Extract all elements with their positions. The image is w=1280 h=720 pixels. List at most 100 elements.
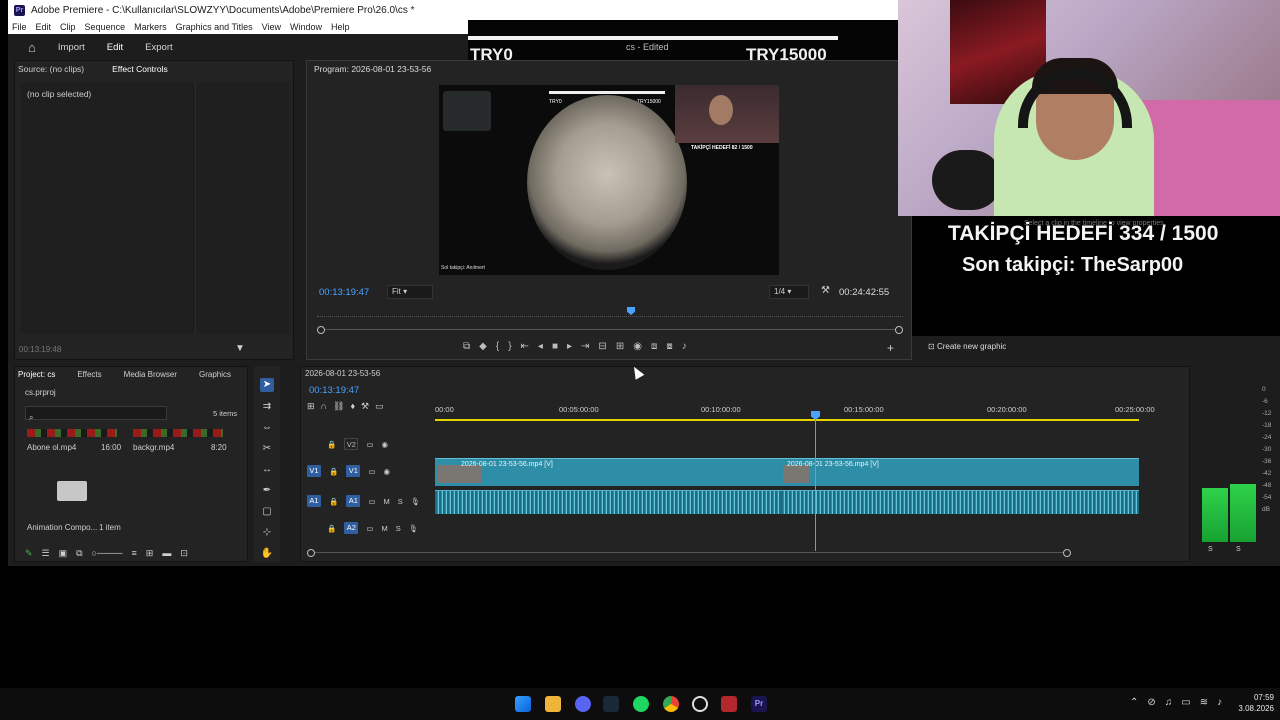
in-point-icon[interactable]: {: [496, 341, 499, 352]
marker-icon[interactable]: ♦: [350, 401, 355, 412]
sync-icon[interactable]: ▭: [368, 467, 375, 476]
icon-view-icon[interactable]: ▣: [59, 548, 68, 559]
clip-name[interactable]: backgr.mp4: [133, 443, 174, 452]
network-off-icon[interactable]: ⊘: [1147, 697, 1155, 708]
resolution-select[interactable]: 1/4 ▾: [769, 285, 809, 299]
razor-tool-icon[interactable]: ✂: [260, 442, 274, 456]
menu-file[interactable]: File: [12, 22, 27, 32]
linked-selection-icon[interactable]: ⛓: [333, 401, 344, 412]
extract-icon[interactable]: ⊞: [616, 341, 624, 352]
sequence-tab[interactable]: 2026-08-01 23-53-56: [305, 369, 380, 378]
display-icon[interactable]: ▭: [1181, 697, 1190, 708]
find-icon[interactable]: ⊞: [146, 548, 154, 559]
export-frame-icon[interactable]: ◉: [633, 341, 642, 352]
spotify-icon[interactable]: [633, 696, 649, 712]
track-label-v1[interactable]: V1: [346, 465, 361, 477]
go-to-out-icon[interactable]: ⇥: [581, 341, 589, 352]
zoom-handle-end[interactable]: [895, 326, 903, 334]
solo-right-button[interactable]: S: [1236, 546, 1241, 553]
app-icon[interactable]: [692, 696, 708, 712]
eye-icon[interactable]: ◉: [383, 467, 390, 476]
mic-icon[interactable]: 🎙: [409, 524, 419, 533]
filter-icon[interactable]: ▼: [235, 343, 245, 354]
captions-icon[interactable]: ▭: [375, 401, 384, 412]
timeline-timecode[interactable]: 00:13:19:47: [309, 385, 359, 396]
source-patch-v1[interactable]: V1: [307, 465, 321, 477]
eye-icon[interactable]: ◉: [381, 440, 388, 449]
chrome-icon[interactable]: [663, 696, 679, 712]
tab-graphics[interactable]: Graphics: [199, 370, 231, 379]
track-label-v2[interactable]: V2: [344, 438, 359, 450]
mic-tray-icon[interactable]: ♫: [1165, 697, 1173, 708]
menu-clip[interactable]: Clip: [60, 22, 76, 32]
tab-export[interactable]: Export: [145, 42, 172, 53]
taskbar-clock[interactable]: 07:59 3.08.2026: [1234, 692, 1274, 714]
out-point-icon[interactable]: }: [508, 341, 511, 352]
menu-edit[interactable]: Edit: [36, 22, 52, 32]
sync-icon[interactable]: ▭: [366, 524, 373, 533]
play-icon[interactable]: ▸: [567, 341, 572, 352]
zoom-fit-select[interactable]: Fit ▾: [387, 285, 433, 299]
timeline-settings-icon[interactable]: ⚒: [361, 401, 369, 412]
new-item-icon[interactable]: ⊡: [180, 548, 188, 559]
audio-clip[interactable]: [435, 490, 781, 514]
menu-view[interactable]: View: [262, 22, 281, 32]
sync-icon[interactable]: ▭: [366, 440, 373, 449]
solo-left-button[interactable]: S: [1208, 546, 1213, 553]
discord-icon[interactable]: [575, 696, 591, 712]
mark-in-icon[interactable]: ⧉: [463, 341, 470, 352]
create-new-graphic-button[interactable]: ⊡ Create new graphic: [928, 342, 1012, 355]
lock-icon[interactable]: 🔒: [327, 524, 336, 533]
program-timecode[interactable]: 00:13:19:47: [319, 287, 369, 298]
timeline-zoom-scrollbar[interactable]: [307, 549, 1073, 557]
type-tool-icon[interactable]: ⊹: [260, 526, 274, 540]
settings-wrench-icon[interactable]: ⚒: [821, 285, 830, 296]
zoom-handle-start[interactable]: [317, 326, 325, 334]
tab-project[interactable]: Project: cs: [18, 370, 55, 379]
steam-icon[interactable]: [603, 696, 619, 712]
bin-folder-icon[interactable]: [57, 481, 87, 501]
lift-icon[interactable]: ⊟: [598, 341, 606, 352]
track-label-a1[interactable]: A1: [346, 495, 361, 507]
tab-effect-controls[interactable]: Effect Controls: [112, 64, 168, 74]
zoom-slider[interactable]: ○────: [92, 548, 123, 558]
nest-icon[interactable]: ⊞: [307, 401, 315, 412]
source-patch-a1[interactable]: A1: [307, 495, 321, 507]
sort-icon[interactable]: ≡: [132, 548, 137, 558]
mic-icon[interactable]: 🎙: [411, 497, 421, 506]
audio-clip[interactable]: [781, 490, 1139, 514]
mute-button[interactable]: M: [381, 524, 387, 533]
hand-tool-icon[interactable]: ✋: [260, 547, 274, 561]
pen-tool-icon[interactable]: ✒: [260, 484, 274, 498]
ripple-edit-tool-icon[interactable]: ⇔: [260, 421, 274, 435]
sync-icon[interactable]: ▭: [368, 497, 375, 506]
lock-icon[interactable]: 🔒: [329, 467, 338, 476]
menu-help[interactable]: Help: [331, 22, 350, 32]
rectangle-tool-icon[interactable]: ▢: [260, 505, 274, 519]
obs-icon[interactable]: [721, 696, 737, 712]
menu-sequence[interactable]: Sequence: [85, 22, 126, 32]
new-bin-icon[interactable]: ▬: [162, 548, 171, 558]
lock-icon[interactable]: 🔒: [329, 497, 338, 506]
tab-import[interactable]: Import: [58, 42, 85, 53]
track-select-tool-icon[interactable]: ⇉: [260, 400, 274, 414]
add-button-icon[interactable]: +: [887, 341, 894, 355]
solo-button[interactable]: S: [396, 524, 401, 533]
snap-icon[interactable]: ∩: [321, 401, 327, 412]
timeline-ruler[interactable]: 00:00 00:05:00:00 00:10:00:00 00:15:00:0…: [435, 405, 1155, 419]
step-back-icon[interactable]: ◂: [538, 341, 543, 352]
clip-thumbnail[interactable]: [133, 429, 223, 437]
premiere-taskbar-icon[interactable]: Pr: [751, 696, 767, 712]
slip-tool-icon[interactable]: ↔: [260, 463, 274, 477]
chevron-up-icon[interactable]: ⌃: [1130, 697, 1138, 708]
program-zoom-bar[interactable]: [317, 326, 903, 334]
compare-icon[interactable]: ⧈: [651, 341, 657, 352]
solo-button[interactable]: S: [398, 497, 403, 506]
stop-icon[interactable]: ■: [552, 341, 558, 352]
freeform-view-icon[interactable]: ⧉: [76, 548, 82, 559]
tab-source[interactable]: Source: (no clips): [18, 64, 84, 74]
program-video[interactable]: TRY0 TRY15000 TAKİPÇİ HEDEFİ 82 / 1500 S…: [439, 85, 779, 275]
project-search-input[interactable]: ⌕: [25, 406, 167, 422]
volume-icon[interactable]: ♪: [682, 341, 687, 352]
menu-window[interactable]: Window: [290, 22, 322, 32]
